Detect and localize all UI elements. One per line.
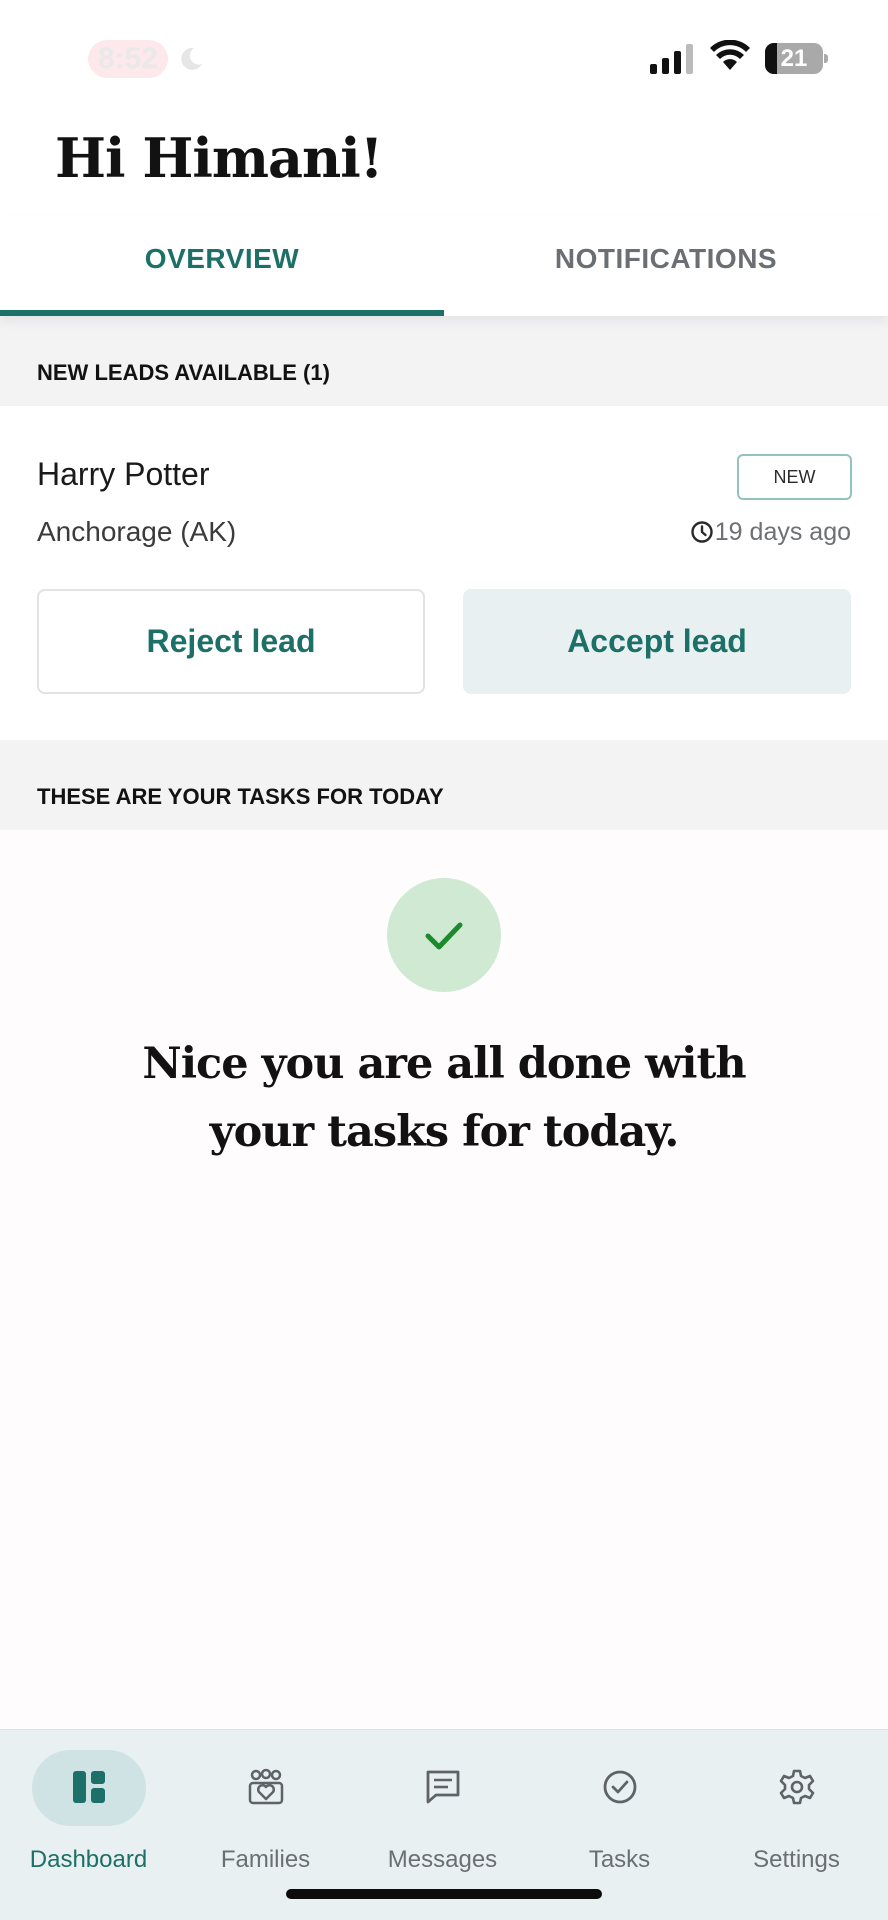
dashboard-icon xyxy=(73,1771,105,1803)
nav-tasks[interactable]: Tasks xyxy=(531,1730,708,1880)
reject-lead-button[interactable]: Reject lead xyxy=(37,589,425,694)
nav-messages[interactable]: Messages xyxy=(354,1730,531,1880)
nav-dashboard[interactable]: Dashboard xyxy=(0,1730,177,1880)
tasks-done-message: Nice you are all done with your tasks fo… xyxy=(142,1039,746,1157)
tasks-section-title: THESE ARE YOUR TASKS FOR TODAY xyxy=(0,740,888,830)
clock-icon xyxy=(691,521,713,543)
tasks-empty-state: Nice you are all done with your tasks fo… xyxy=(0,830,888,1730)
lead-card: Harry Potter NEW Anchorage (AK) 19 days … xyxy=(0,406,888,740)
battery-icon: 21 xyxy=(765,43,828,74)
nav-label-dashboard: Dashboard xyxy=(29,1846,148,1873)
settings-icon xyxy=(779,1769,815,1805)
home-indicator[interactable] xyxy=(286,1889,602,1899)
header: Hi Himani! xyxy=(0,118,888,216)
signal-icon xyxy=(650,44,693,74)
success-check-icon xyxy=(387,878,501,992)
tab-bar: OVERVIEW NOTIFICATIONS xyxy=(0,216,888,316)
lead-name: Harry Potter xyxy=(37,456,210,492)
status-time: 8:52 xyxy=(88,40,168,78)
nav-settings[interactable]: Settings xyxy=(708,1730,885,1880)
nav-label-tasks: Tasks xyxy=(588,1846,651,1873)
tab-overview[interactable]: OVERVIEW xyxy=(0,216,444,316)
page-title: Hi Himani! xyxy=(55,126,383,190)
tab-notifications[interactable]: NOTIFICATIONS xyxy=(444,216,888,316)
lead-location: Anchorage (AK) xyxy=(37,516,237,547)
accept-lead-button[interactable]: Accept lead xyxy=(463,589,851,694)
status-bar: 8:52 21 xyxy=(0,0,888,118)
nav-label-messages: Messages xyxy=(387,1846,498,1873)
leads-section-title: NEW LEADS AVAILABLE (1) xyxy=(0,316,888,406)
messages-icon xyxy=(426,1770,460,1804)
families-icon xyxy=(248,1768,284,1805)
new-badge: NEW xyxy=(737,454,852,500)
wifi-icon xyxy=(710,40,750,70)
lead-time-ago: 19 days ago xyxy=(714,518,851,546)
nav-families[interactable]: Families xyxy=(177,1730,354,1880)
nav-label-families: Families xyxy=(220,1846,311,1873)
tasks-icon xyxy=(603,1770,637,1804)
nav-label-settings: Settings xyxy=(753,1846,840,1873)
battery-level: 21 xyxy=(780,45,808,72)
moon-icon xyxy=(181,47,202,70)
active-tab-indicator xyxy=(0,310,444,316)
